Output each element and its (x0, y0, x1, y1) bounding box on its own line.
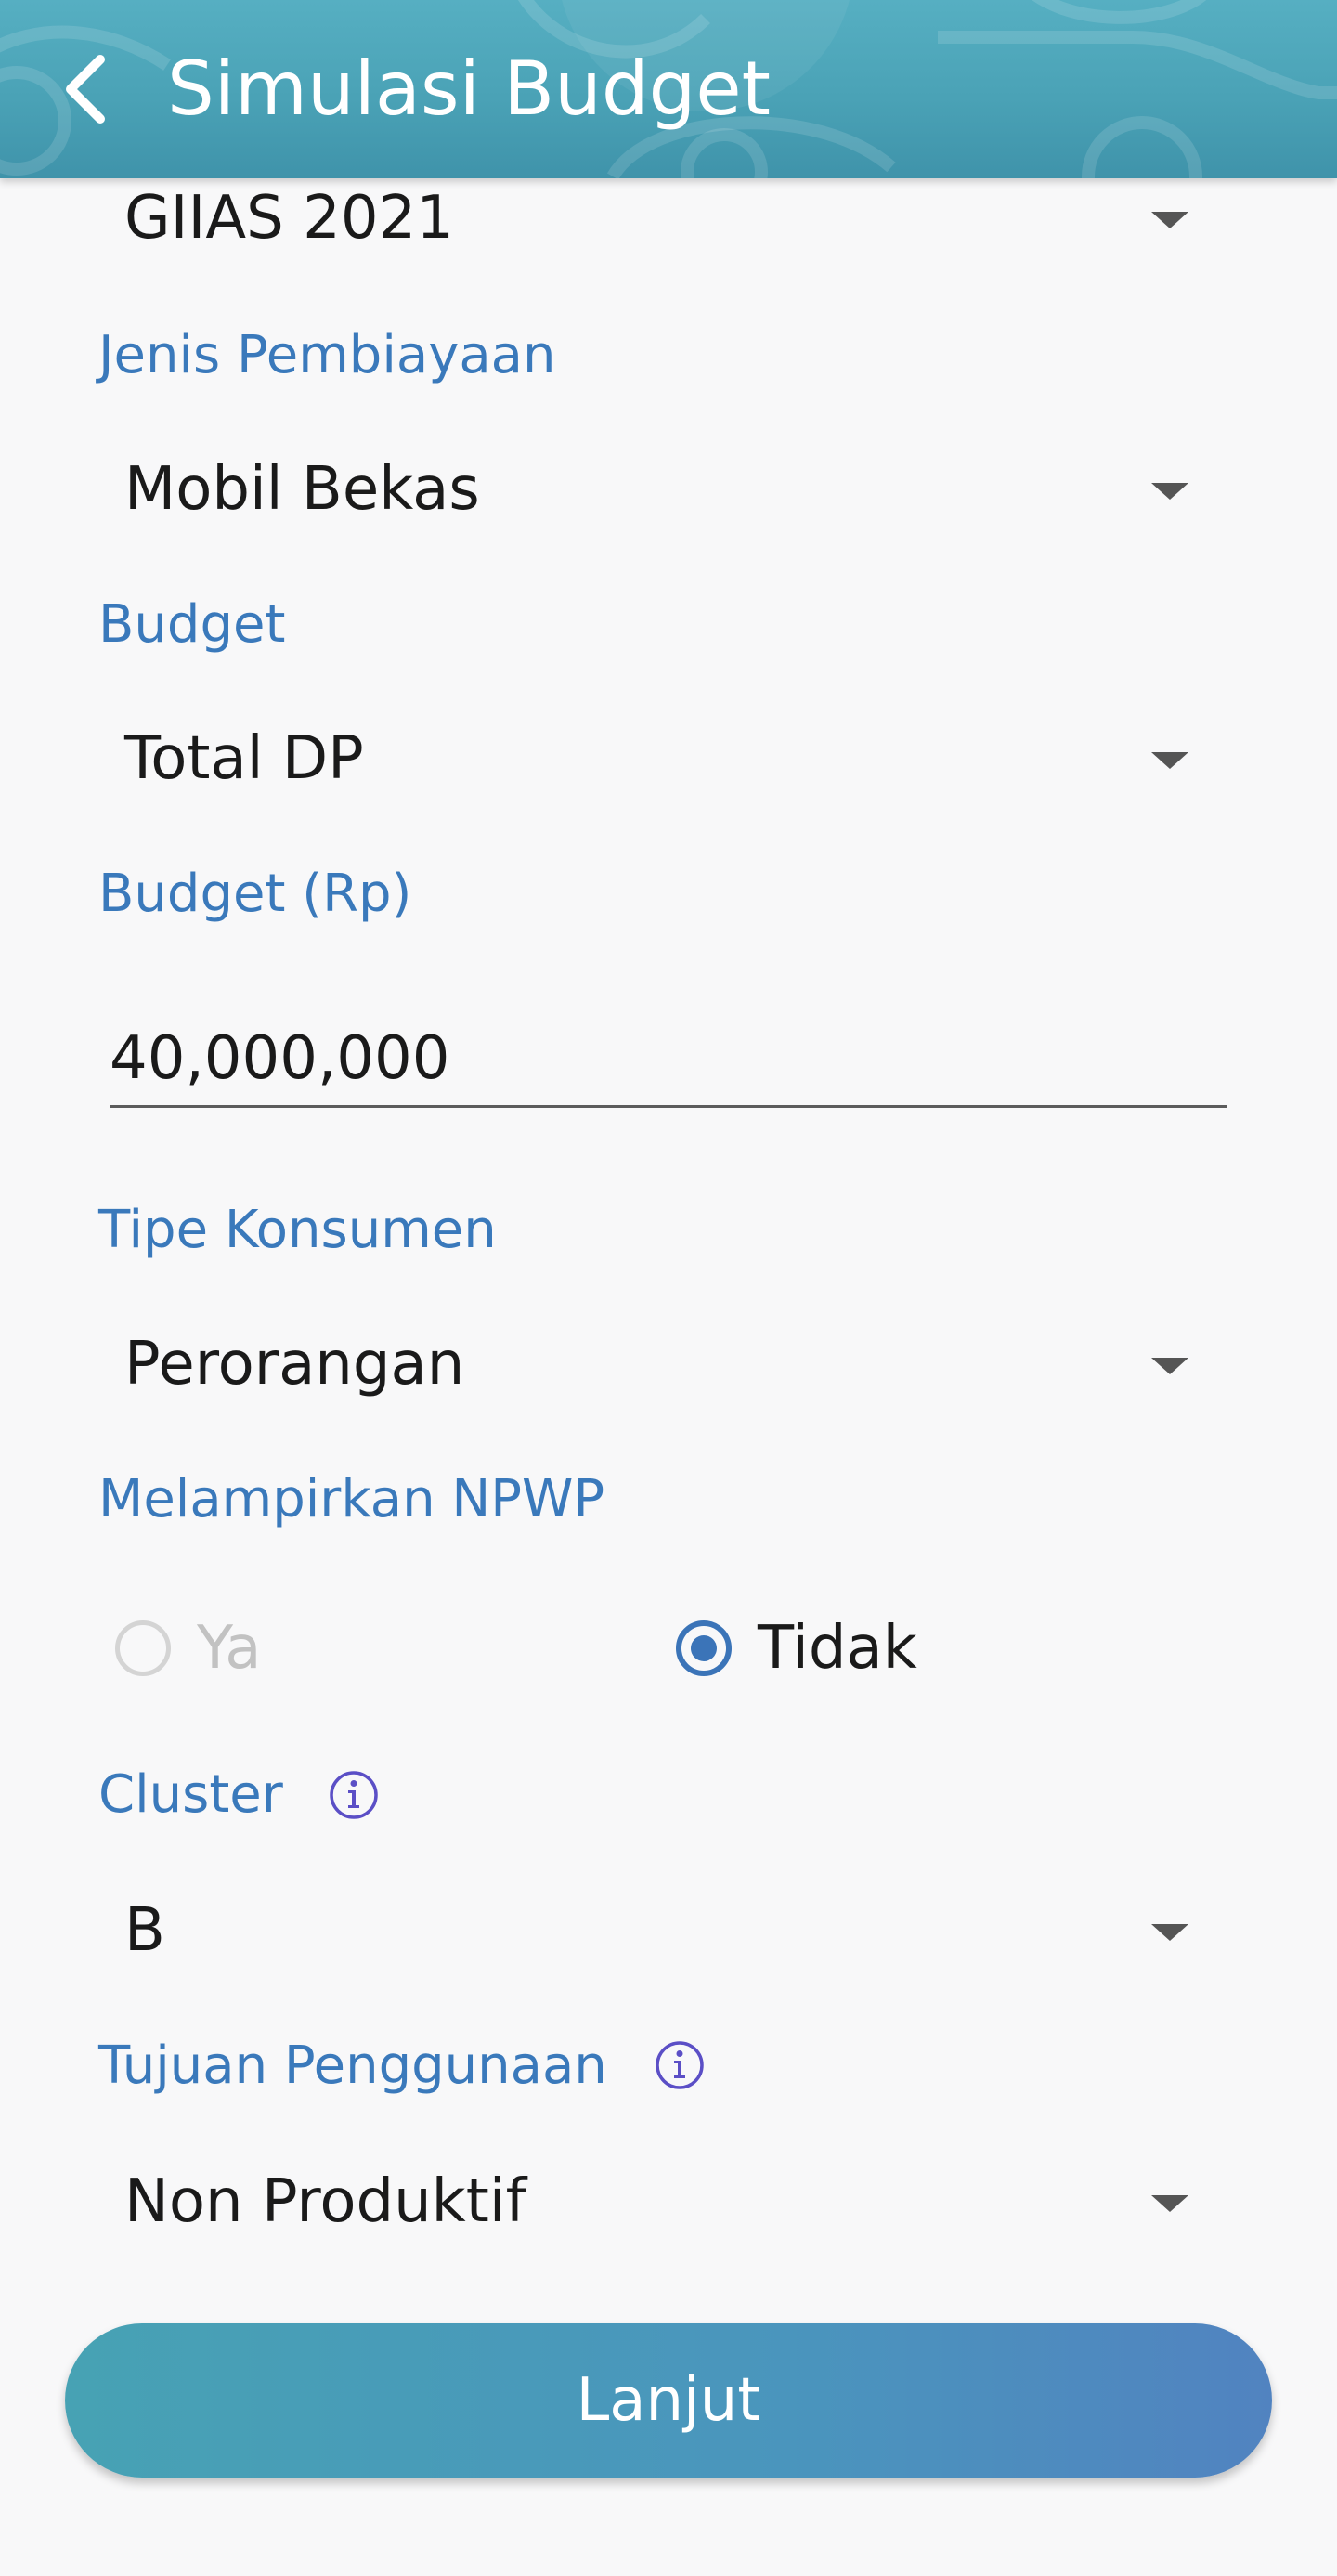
npwp-radio-ya-label: Ya (197, 1614, 262, 1683)
dropdown-arrow-icon (1151, 752, 1188, 769)
jenis-pembiayaan-value: Mobil Bekas (124, 455, 480, 524)
cluster-dropdown[interactable]: B (98, 1880, 1240, 1982)
dropdown-arrow-icon (1151, 483, 1188, 500)
budget-amount-input[interactable] (110, 1012, 1227, 1108)
npwp-label: Melampirkan NPWP (98, 1469, 605, 1529)
radio-checked-icon (676, 1620, 732, 1676)
lanjut-button-label: Lanjut (576, 2366, 761, 2435)
npwp-radio-ya[interactable]: Ya (115, 1607, 262, 1690)
lanjut-button[interactable]: Lanjut (65, 2323, 1272, 2478)
event-dropdown[interactable]: GIIAS 2021 (98, 167, 1240, 269)
dropdown-arrow-icon (1151, 1358, 1188, 1374)
tipe-konsumen-value: Perorangan (124, 1330, 465, 1399)
npwp-radio-tidak[interactable]: Tidak (676, 1607, 917, 1690)
app-bar: Simulasi Budget (0, 0, 1337, 178)
jenis-pembiayaan-label: Jenis Pembiayaan (98, 325, 556, 385)
radio-unchecked-icon (115, 1620, 171, 1676)
cluster-info-icon[interactable] (328, 1769, 380, 1821)
budget-dropdown[interactable]: Total DP (98, 708, 1240, 810)
dropdown-arrow-icon (1151, 212, 1188, 228)
tujuan-info-icon[interactable] (654, 2039, 706, 2091)
back-button[interactable] (48, 43, 123, 136)
tipe-konsumen-dropdown[interactable]: Perorangan (98, 1313, 1240, 1415)
tipe-konsumen-label: Tipe Konsumen (98, 1200, 497, 1260)
budget-label: Budget (98, 594, 286, 655)
npwp-radio-tidak-label: Tidak (758, 1614, 917, 1683)
tujuan-penggunaan-dropdown[interactable]: Non Produktif (98, 2151, 1240, 2253)
tujuan-penggunaan-label: Tujuan Penggunaan (98, 2036, 607, 2096)
page-title: Simulasi Budget (167, 46, 771, 132)
event-dropdown-value: GIIAS 2021 (124, 184, 454, 253)
budget-amount-label: Budget (Rp) (98, 864, 412, 924)
chevron-left-icon (66, 55, 105, 124)
cluster-label: Cluster (98, 1764, 283, 1825)
budget-value: Total DP (124, 724, 364, 793)
cluster-value: B (124, 1896, 165, 1965)
jenis-pembiayaan-dropdown[interactable]: Mobil Bekas (98, 438, 1240, 540)
dropdown-arrow-icon (1151, 2195, 1188, 2212)
dropdown-arrow-icon (1151, 1924, 1188, 1941)
tujuan-penggunaan-value: Non Produktif (124, 2167, 527, 2236)
